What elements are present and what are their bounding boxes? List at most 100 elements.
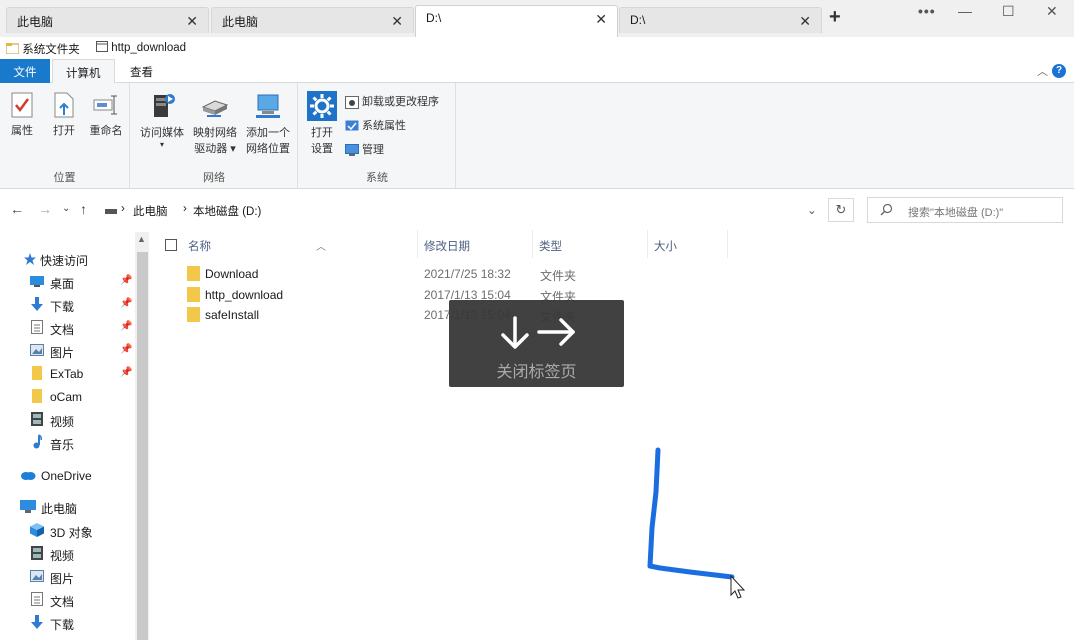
- tab-d-drive[interactable]: D:\ ✕: [619, 7, 822, 33]
- breadcrumb-separator: ›: [121, 203, 125, 215]
- more-options-button[interactable]: •••: [918, 3, 936, 19]
- nav-item-desktop[interactable]: 桌面 📌: [0, 271, 134, 293]
- group-label-location: 位置: [53, 172, 76, 184]
- tab-label: 此电脑: [17, 15, 54, 29]
- pin-icon: 📌: [120, 275, 133, 286]
- column-header-size[interactable]: 大小: [648, 230, 728, 258]
- access-media-button[interactable]: 访问媒体 ▾: [137, 91, 187, 149]
- map-network-drive-button[interactable]: 映射网络 驱动器 ▾: [189, 91, 241, 157]
- back-button[interactable]: ←: [10, 201, 24, 217]
- tab-d-drive-active[interactable]: D:\ ✕: [415, 5, 618, 37]
- video-icon: [31, 546, 43, 560]
- tab-view[interactable]: 查看: [117, 59, 166, 83]
- nav-item-videos[interactable]: 视频: [0, 409, 134, 431]
- breadcrumb-this-pc[interactable]: 此电脑: [133, 203, 168, 219]
- nav-item-pictures[interactable]: 图片 📌: [0, 340, 134, 362]
- breadcrumb-separator: ›: [183, 203, 187, 215]
- folder-icon: [5, 43, 20, 55]
- column-header-type[interactable]: 类型: [533, 230, 648, 258]
- minimize-button[interactable]: —: [958, 3, 972, 19]
- open-button[interactable]: 打开: [48, 91, 80, 139]
- picture-icon: [30, 344, 44, 356]
- nav-pc-downloads[interactable]: 下载: [0, 612, 134, 634]
- up-button[interactable]: ↑: [80, 201, 87, 217]
- desktop-icon: [30, 276, 44, 287]
- document-icon: [31, 320, 43, 334]
- refresh-button[interactable]: ↻: [828, 198, 854, 222]
- close-window-button[interactable]: ✕: [1046, 3, 1058, 20]
- folder-icon: [32, 366, 42, 380]
- folder-icon: [32, 389, 42, 403]
- tab-label: D:\: [426, 11, 442, 25]
- address-bar-row: ← → ⌄ ↑ › 此电脑 › 本地磁盘 (D:) ⌄ ↻ 搜索"本地磁盘 (D…: [0, 190, 1074, 230]
- system-properties-button[interactable]: 系统属性: [345, 117, 406, 135]
- file-row[interactable]: Download 2021/7/25 18:32 文件夹: [180, 264, 700, 284]
- network-drive-icon: [201, 100, 229, 117]
- pin-icon: 📌: [120, 298, 133, 309]
- recent-locations-chevron-icon[interactable]: ⌄: [62, 203, 70, 214]
- file-list: 名称 ︿ 修改日期 类型 大小 Download 2021/7/25 18:32…: [150, 230, 1074, 640]
- nav-pc-pictures[interactable]: 图片: [0, 566, 134, 588]
- tab-computer[interactable]: 计算机: [52, 59, 115, 84]
- tab-file[interactable]: 文件: [0, 59, 50, 83]
- ribbon-group-location: 属性 打开 重命名 位置: [0, 83, 130, 189]
- tab-label: D:\: [630, 13, 646, 27]
- rename-button[interactable]: 重命名: [86, 91, 126, 139]
- cloud-icon: [21, 472, 36, 480]
- open-icon: [54, 92, 74, 118]
- address-box[interactable]: › 此电脑 › 本地磁盘 (D:) ⌄: [100, 198, 826, 220]
- download-arrow-icon: [31, 297, 43, 311]
- collapse-ribbon-icon[interactable]: ︿: [1037, 63, 1048, 79]
- nav-item-music[interactable]: 音乐: [0, 432, 134, 454]
- qa-http-download[interactable]: http_download: [96, 41, 186, 54]
- tab-this-pc-1[interactable]: 此电脑 ✕: [6, 7, 209, 33]
- address-dropdown-chevron-icon[interactable]: ⌄: [807, 203, 817, 217]
- uninstall-program-button[interactable]: 卸载或更改程序: [345, 93, 439, 111]
- properties-button[interactable]: 属性: [6, 91, 38, 139]
- nav-scrollbar-thumb[interactable]: [137, 252, 148, 640]
- select-all-checkbox[interactable]: [165, 239, 177, 251]
- gesture-hint-overlay: 关闭标签页: [449, 300, 624, 387]
- nav-this-pc[interactable]: 此电脑: [0, 496, 134, 518]
- search-placeholder: 搜索"本地磁盘 (D:)": [908, 207, 1004, 219]
- nav-item-ocam[interactable]: oCam: [0, 386, 134, 408]
- dropdown-arrow-icon: ▾: [159, 140, 164, 149]
- nav-pc-3d-objects[interactable]: 3D 对象: [0, 520, 134, 542]
- column-header-date[interactable]: 修改日期: [418, 230, 533, 258]
- scroll-up-arrow-icon[interactable]: ▲: [137, 234, 146, 244]
- maximize-button[interactable]: ☐: [1002, 3, 1015, 20]
- manage-button[interactable]: 管理: [345, 141, 384, 159]
- sort-ascending-icon: ︿: [316, 242, 326, 253]
- add-network-location-button[interactable]: 添加一个 网络位置: [241, 91, 295, 157]
- nav-item-downloads[interactable]: 下载 📌: [0, 294, 134, 316]
- new-tab-button[interactable]: +: [829, 6, 841, 29]
- tab-this-pc-2[interactable]: 此电脑 ✕: [211, 7, 414, 33]
- column-header-name[interactable]: 名称 ︿: [180, 230, 418, 258]
- close-icon[interactable]: ✕: [391, 13, 403, 30]
- close-icon[interactable]: ✕: [799, 13, 811, 30]
- open-settings-button[interactable]: 打开 设置: [305, 91, 339, 157]
- network-location-icon: [256, 94, 280, 118]
- cube-3d-icon: [30, 523, 44, 537]
- nav-onedrive[interactable]: OneDrive: [0, 465, 134, 487]
- qa-label: 系统文件夹: [22, 44, 80, 56]
- qa-system-folder[interactable]: 系统文件夹: [5, 41, 80, 57]
- close-icon[interactable]: ✕: [595, 11, 607, 28]
- nav-item-extab[interactable]: ExTab 📌: [0, 363, 134, 385]
- media-server-icon: [154, 94, 175, 117]
- close-icon[interactable]: ✕: [186, 13, 198, 30]
- navigation-pane: 快速访问 桌面 📌 下载 📌 文档 📌 图片 📌 ExTab 📌 oCam 视频…: [0, 230, 150, 640]
- help-icon[interactable]: ?: [1052, 64, 1066, 78]
- qa-label: http_download: [111, 42, 187, 54]
- pin-icon: 📌: [120, 367, 133, 378]
- nav-pc-documents[interactable]: 文档: [0, 589, 134, 611]
- document-icon: [31, 592, 43, 606]
- search-input[interactable]: 搜索"本地磁盘 (D:)": [867, 197, 1063, 223]
- nav-pc-videos[interactable]: 视频: [0, 543, 134, 565]
- forward-button[interactable]: →: [38, 201, 52, 217]
- nav-quick-access[interactable]: 快速访问: [0, 248, 134, 270]
- pin-icon: 📌: [120, 344, 133, 355]
- nav-item-documents[interactable]: 文档 📌: [0, 317, 134, 339]
- breadcrumb-d-drive[interactable]: 本地磁盘 (D:): [193, 203, 261, 219]
- window-icon: [96, 41, 108, 52]
